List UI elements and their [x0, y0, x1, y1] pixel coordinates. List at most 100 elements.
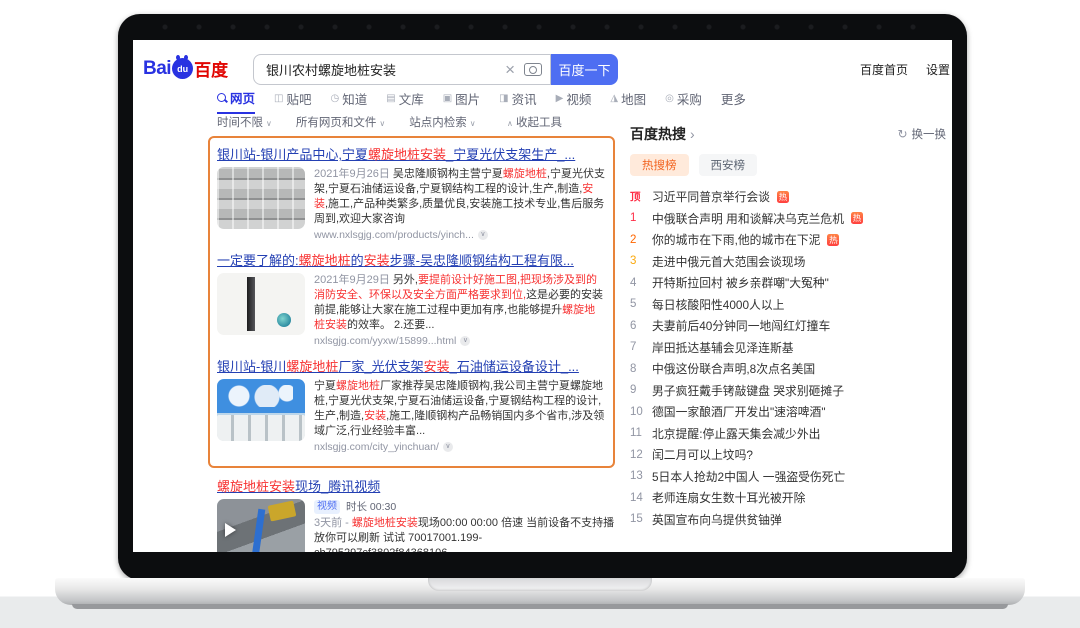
hot-search-item[interactable]: 11北京提醒:停止露天集会减少外出	[630, 423, 946, 445]
result-title[interactable]: 螺旋地桩安装现场_腾讯视频	[217, 478, 615, 495]
hot-search-item[interactable]: 3走进中俄元首大范围会谈现场	[630, 251, 946, 273]
hot-search-item[interactable]: 2你的城市在下雨,他的城市在下泥热	[630, 229, 946, 251]
hot-search-item[interactable]: 5每日核酸阳性4000人以上	[630, 294, 946, 316]
hot-search-item[interactable]: 7岸田抵达基辅会见泽连斯基	[630, 337, 946, 359]
laptop-base	[55, 578, 1025, 605]
snippet-text: 的效率。 2.还要...	[347, 319, 434, 331]
tab-网页[interactable]: 网页	[217, 88, 255, 114]
hot-search-item[interactable]: 9男子疯狂戴手铐敲键盘 哭求别砸摊子	[630, 380, 946, 402]
hot-tab-西安榜[interactable]: 西安榜	[699, 154, 758, 176]
hot-search-item[interactable]: 4开特斯拉回村 被乡亲群嘲"大冤种"	[630, 272, 946, 294]
image-icon: ▣	[443, 93, 452, 104]
result-url[interactable]: nxlsgjg.com/yyxw/15899...html ∨	[314, 333, 606, 349]
search-result: 银川站-银川螺旋地桩厂家_光伏支架安装_石油储运设备设计_... 宁夏螺旋地桩厂家…	[217, 358, 606, 455]
result-text: 2021年9月26日 吴忠隆顺钢构主营宁夏螺旋地桩,宁夏光伏支架,宁夏石油储运设…	[314, 167, 606, 243]
result-body: 宁夏螺旋地桩厂家推荐吴忠隆顺钢构,我公司主营宁夏螺旋地桩,宁夏光伏支架,宁夏石油…	[217, 379, 606, 455]
tab-图片[interactable]: ▣图片	[443, 88, 480, 114]
hot-text: 走进中俄元首大范围会谈现场	[652, 253, 805, 270]
result-title[interactable]: 银川站-银川螺旋地桩厂家_光伏支架安装_石油储运设备设计_...	[217, 358, 606, 375]
tab-label: 地图	[621, 89, 646, 108]
news-icon: ◨	[499, 93, 508, 104]
hot-tab-热搜榜[interactable]: 热搜榜	[630, 154, 689, 176]
search-button[interactable]: 百度一下	[551, 54, 618, 85]
url-text: nxlsgjg.com/yyxw/15899...html	[314, 333, 456, 349]
refresh-button[interactable]: ↻ 换一换	[897, 126, 946, 142]
baidu-paw-icon: du	[172, 58, 193, 79]
tab-label: 采购	[677, 89, 702, 108]
hot-rank: 15	[630, 513, 645, 525]
highlighted-term: 安装	[364, 410, 386, 422]
search-result: 一定要了解的:螺旋地桩的安装步骤-吴忠隆顺钢结构工程有限... 2021年9月29…	[217, 252, 606, 349]
video-meta: 视频时长 00:30	[314, 499, 615, 514]
hot-search-item[interactable]: 6夫妻前后40分钟同一地闯红灯撞车	[630, 315, 946, 337]
tab-文库[interactable]: ▤文库	[386, 88, 423, 114]
tab-更多[interactable]: 更多	[721, 88, 746, 114]
hot-search-item[interactable]: 顶习近平同普京举行会谈热	[630, 186, 946, 208]
result-thumbnail[interactable]	[217, 273, 305, 335]
result-title[interactable]: 一定要了解的:螺旋地桩的安装步骤-吴忠隆顺钢结构工程有限...	[217, 252, 606, 269]
hot-text: 你的城市在下雨,他的城市在下泥	[652, 231, 820, 248]
snippet-text: 2021年9月26日	[314, 168, 393, 180]
clear-icon[interactable]: ×	[498, 61, 522, 78]
hot-search-item[interactable]: 1中俄联合声明 用和谈解决乌克兰危机热	[630, 208, 946, 230]
result-thumbnail[interactable]	[217, 167, 305, 229]
result-body: 视频时长 00:30 3天前 - 螺旋地桩安装现场00:00 00:00 倍速 当…	[217, 499, 615, 552]
url-text: www.nxlsgjg.com/products/yinch...	[314, 227, 474, 243]
bezel-speaker-dots	[148, 23, 937, 31]
hot-text: 中俄联合声明 用和谈解决乌克兰危机	[652, 210, 844, 227]
results-rest: 螺旋地桩安装现场_腾讯视频视频时长 00:30 3天前 - 螺旋地桩安装现场00:…	[217, 478, 615, 552]
browser-viewport: Bai du 百度 银川农村螺旋地桩安装 × 百度一下 百度首页 设置 网页 ◫贴…	[133, 40, 952, 552]
result-thumbnail[interactable]	[217, 499, 305, 552]
result-title[interactable]: 银川站-银川产品中心,宁夏螺旋地桩安装_宁夏光伏支架生产_...	[217, 146, 606, 163]
link-baidu-home[interactable]: 百度首页	[860, 61, 908, 78]
url-more-icon[interactable]: ∨	[460, 336, 470, 346]
tab-采购[interactable]: ◎采购	[665, 88, 702, 114]
serp-header: Bai du 百度 银川农村螺旋地桩安装 × 百度一下 百度首页 设置	[133, 52, 952, 88]
result-url[interactable]: nxlsgjg.com/city_yinchuan/∨	[314, 439, 606, 455]
tab-label: 视频	[566, 89, 591, 108]
result-snippet: 3天前 - 螺旋地桩安装现场00:00 00:00 倍速 当前设备不支持播放你可…	[314, 516, 615, 552]
tab-视频[interactable]: ▶视频	[556, 88, 592, 114]
hot-search-item[interactable]: 15英国宣布向乌提供贫铀弹	[630, 509, 946, 531]
hot-rank: 10	[630, 406, 645, 418]
search-input[interactable]: 银川农村螺旋地桩安装	[266, 60, 498, 79]
hot-search-item[interactable]: 12闰二月可以上坟吗?	[630, 444, 946, 466]
hot-badge-icon: 热	[827, 234, 839, 246]
link-settings[interactable]: 设置	[926, 61, 950, 78]
tab-知道[interactable]: ◷知道	[330, 88, 367, 114]
result-snippet: 2021年9月26日 吴忠隆顺钢构主营宁夏螺旋地桩,宁夏光伏支架,宁夏石油储运设…	[314, 167, 606, 227]
snippet-text: 另外,	[393, 274, 418, 286]
hot-rank: 4	[630, 277, 645, 289]
hot-text: 闰二月可以上坟吗?	[652, 446, 753, 463]
hot-search-item[interactable]: 14老师连扇女生数十耳光被开除	[630, 487, 946, 509]
hot-search-item[interactable]: 8中俄这份联合声明,8次点名美国	[630, 358, 946, 380]
video-icon: ▶	[556, 93, 564, 104]
tab-地图[interactable]: ◮地图	[610, 88, 646, 114]
result-url[interactable]: www.nxlsgjg.com/products/yinch... ∨	[314, 227, 606, 243]
baidu-logo[interactable]: Bai du 百度	[143, 56, 228, 81]
snippet-text: 2021年9月29日	[314, 274, 393, 286]
url-more-icon[interactable]: ∨	[478, 230, 488, 240]
highlighted-term: 安装	[424, 359, 450, 374]
laptop-base-edge	[72, 604, 1008, 609]
result-text: 2021年9月29日 另外,要提前设计好施工图,把现场涉及到的消防安全、环保以及…	[314, 273, 606, 349]
hot-text: 德国一家酿酒厂开发出"速溶啤酒"	[652, 403, 826, 420]
tab-label: 知道	[342, 89, 367, 108]
video-badge: 视频	[314, 500, 340, 514]
result-text: 视频时长 00:30 3天前 - 螺旋地桩安装现场00:00 00:00 倍速 当…	[314, 499, 615, 552]
tab-label: 文库	[399, 89, 424, 108]
tab-资讯[interactable]: ◨资讯	[499, 88, 536, 114]
logo-text-bai: Bai	[143, 58, 171, 80]
hot-search-title[interactable]: 百度热搜	[630, 124, 686, 144]
url-more-icon[interactable]: ∨	[443, 442, 453, 452]
snippet-text: _石油储运设备设计_...	[450, 359, 579, 374]
camera-icon[interactable]	[524, 63, 542, 76]
search-box[interactable]: 银川农村螺旋地桩安装 ×	[253, 54, 551, 85]
hot-search-item[interactable]: 10 德国一家酿酒厂开发出"速溶啤酒"	[630, 401, 946, 423]
laptop-base-notch	[428, 578, 652, 591]
hot-search-item[interactable]: 135日本人抢劫2中国人 一强盗受伤死亡	[630, 466, 946, 488]
result-thumbnail[interactable]	[217, 379, 305, 441]
snippet-text: 银川站-银川产品中心,宁夏	[217, 147, 368, 162]
tab-贴吧[interactable]: ◫贴吧	[274, 88, 311, 114]
hot-search-panel: 百度热搜 › ↻ 换一换 热搜榜西安榜 顶习近平同普京举行会谈热1中俄联合声明 …	[630, 124, 946, 530]
